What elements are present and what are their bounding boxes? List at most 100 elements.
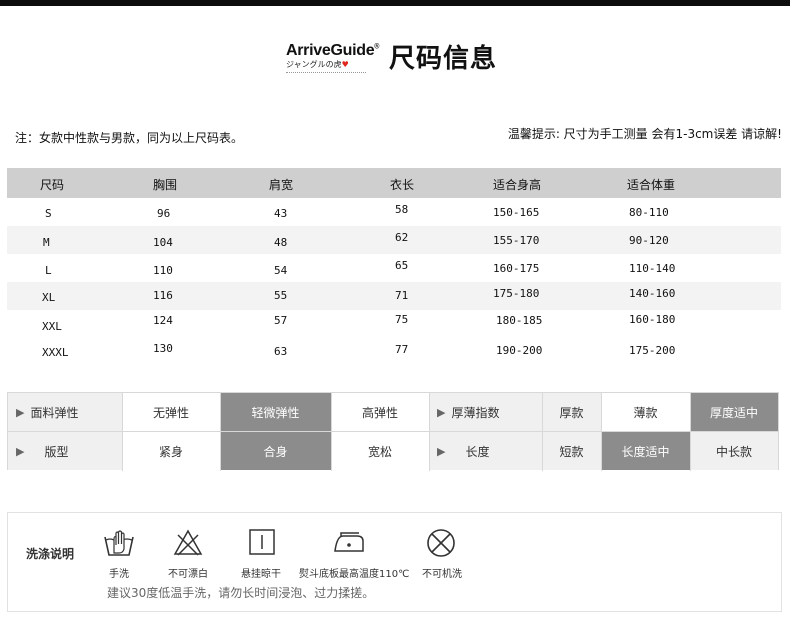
cell-length: 65 [395,259,409,272]
cell-shoulder: 43 [274,207,288,220]
no-machine-wash-label: 不可机洗 [422,569,462,580]
cell-length: 62 [395,231,409,244]
cell-size: XXXL [42,346,69,359]
hand-wash-label: 手洗 [109,569,129,580]
washing-title: 洗涤说明 [26,547,75,561]
top-bar [0,0,790,6]
option-loose: 宽松 [331,432,429,470]
cell-chest: 110 [153,264,173,277]
cell-height: 150-165 [493,206,540,219]
option-high-stretch: 高弹性 [331,393,429,431]
option-short: 短款 [542,432,601,470]
size-note: 注：女款中性款与男款，同为以上尺码表。 [15,131,244,145]
triangle-right-icon: ▶ [437,405,446,419]
cell-shoulder: 55 [274,289,288,302]
hang-dry-label: 悬挂晾干 [241,569,281,580]
table-row: XXL 124 57 75 180-185 160-180 [7,310,781,338]
option-medium-length-selected: 长度适中 [601,432,690,470]
cell-chest: 104 [153,236,173,249]
cell-size: XXL [42,320,62,333]
measurement-tip: 温馨提示: 尺寸为手工测量 会有1-3cm误差 请谅解! [507,127,782,141]
column-divider [331,393,332,471]
brand-underline [286,72,366,74]
header-height: 适合身高 [493,178,542,192]
column-divider [542,393,543,471]
header-length: 衣长 [390,178,415,192]
cell-length: 77 [395,343,409,356]
cell-height: 155-170 [493,234,540,247]
cell-chest: 124 [153,314,173,327]
fit-label: ▶ 版型 [8,432,122,470]
page-title: 尺码信息 [389,44,498,74]
size-table: 尺码 胸围 肩宽 衣长 适合身高 适合体重 S 96 43 58 150-165… [7,168,781,366]
iron-label: 熨斗底板最高温度110℃ [299,569,410,580]
cell-chest: 116 [153,289,173,302]
hand-wash-icon [101,527,137,559]
header-chest: 胸围 [153,178,178,192]
brand-logo: ArriveGuide® ジャングルの虎♥ [286,42,386,76]
iron-icon [329,527,369,559]
cell-weight: 175-200 [629,344,676,357]
washing-tip: 建议30度低温手洗，请勿长时间浸泡、过力揉搓。 [107,586,375,600]
cell-height: 160-175 [493,262,540,275]
table-row: XXXL 130 63 77 190-200 175-200 [7,338,781,366]
cell-shoulder: 57 [274,314,288,327]
option-medium-thickness-selected: 厚度适中 [690,393,778,431]
cell-weight: 140-160 [629,287,676,300]
cell-weight: 110-140 [629,262,676,275]
hang-dry-icon [246,527,278,559]
column-divider [601,393,602,471]
option-regular-fit-selected: 合身 [220,432,331,470]
option-mid-long: 中长款 [690,432,778,470]
cell-size: S [45,207,52,220]
elasticity-label: ▶ 面料弹性 [8,393,122,431]
header-shoulder: 肩宽 [269,178,294,192]
triangle-right-icon: ▶ [437,444,446,458]
cell-chest: 130 [153,342,173,355]
column-divider [220,393,221,471]
brand-subtitle: ジャングルの虎♥ [286,60,349,69]
triangle-right-icon: ▶ [16,444,25,458]
table-row: S 96 43 58 150-165 80-110 [7,198,781,226]
length-label: ▶ 长度 [429,432,542,470]
header-weight: 适合体重 [627,178,676,192]
attribute-row-fit: ▶ 版型 紧身 合身 宽松 ▶ 长度 短款 长度适中 中长款 [8,432,778,470]
attribute-row-elasticity: ▶ 面料弹性 无弹性 轻微弹性 高弹性 ▶ 厚薄指数 厚款 薄款 厚度适中 [8,393,778,431]
thickness-label: ▶ 厚薄指数 [429,393,542,431]
cell-chest: 96 [157,207,171,220]
cell-size: XL [42,291,56,304]
option-tight: 紧身 [122,432,220,470]
cell-weight: 160-180 [629,313,676,326]
size-table-header: 尺码 胸围 肩宽 衣长 适合身高 适合体重 [7,168,781,198]
cell-shoulder: 63 [274,345,288,358]
column-divider [429,393,430,471]
cell-height: 190-200 [496,344,543,357]
cell-weight: 80-110 [629,206,669,219]
heart-icon: ♥ [341,60,349,69]
option-thin: 薄款 [601,393,690,431]
brand-name: ArriveGuide® [286,42,380,59]
cell-height: 180-185 [496,314,543,327]
cell-size: M [43,236,50,249]
column-divider [690,393,691,471]
cell-length: 58 [395,203,409,216]
column-divider [122,393,123,471]
option-thick: 厚款 [542,393,601,431]
cell-weight: 90-120 [629,234,669,247]
washing-instructions: 洗涤说明 手洗 不可漂白 悬挂晾干 熨斗底板最高温度110℃ 不可机洗 建议30… [7,512,782,612]
table-row: L 110 54 65 160-175 110-140 [7,254,781,282]
cell-length: 71 [395,289,409,302]
no-bleach-label: 不可漂白 [168,569,208,580]
option-slight-stretch-selected: 轻微弹性 [220,393,331,431]
cell-shoulder: 48 [274,236,288,249]
cell-shoulder: 54 [274,264,288,277]
cell-length: 75 [395,313,409,326]
cell-height: 175-180 [493,287,540,300]
header-size: 尺码 [40,178,65,192]
table-row: M 104 48 62 155-170 90-120 [7,226,781,254]
cell-size: L [45,264,52,277]
table-row: XL 116 55 71 175-180 140-160 [7,282,781,310]
product-attributes: ▶ 面料弹性 无弹性 轻微弹性 高弹性 ▶ 厚薄指数 厚款 薄款 厚度适中 ▶ 版型 … [7,392,779,471]
no-machine-wash-icon [424,527,458,559]
no-bleach-icon [172,527,204,559]
